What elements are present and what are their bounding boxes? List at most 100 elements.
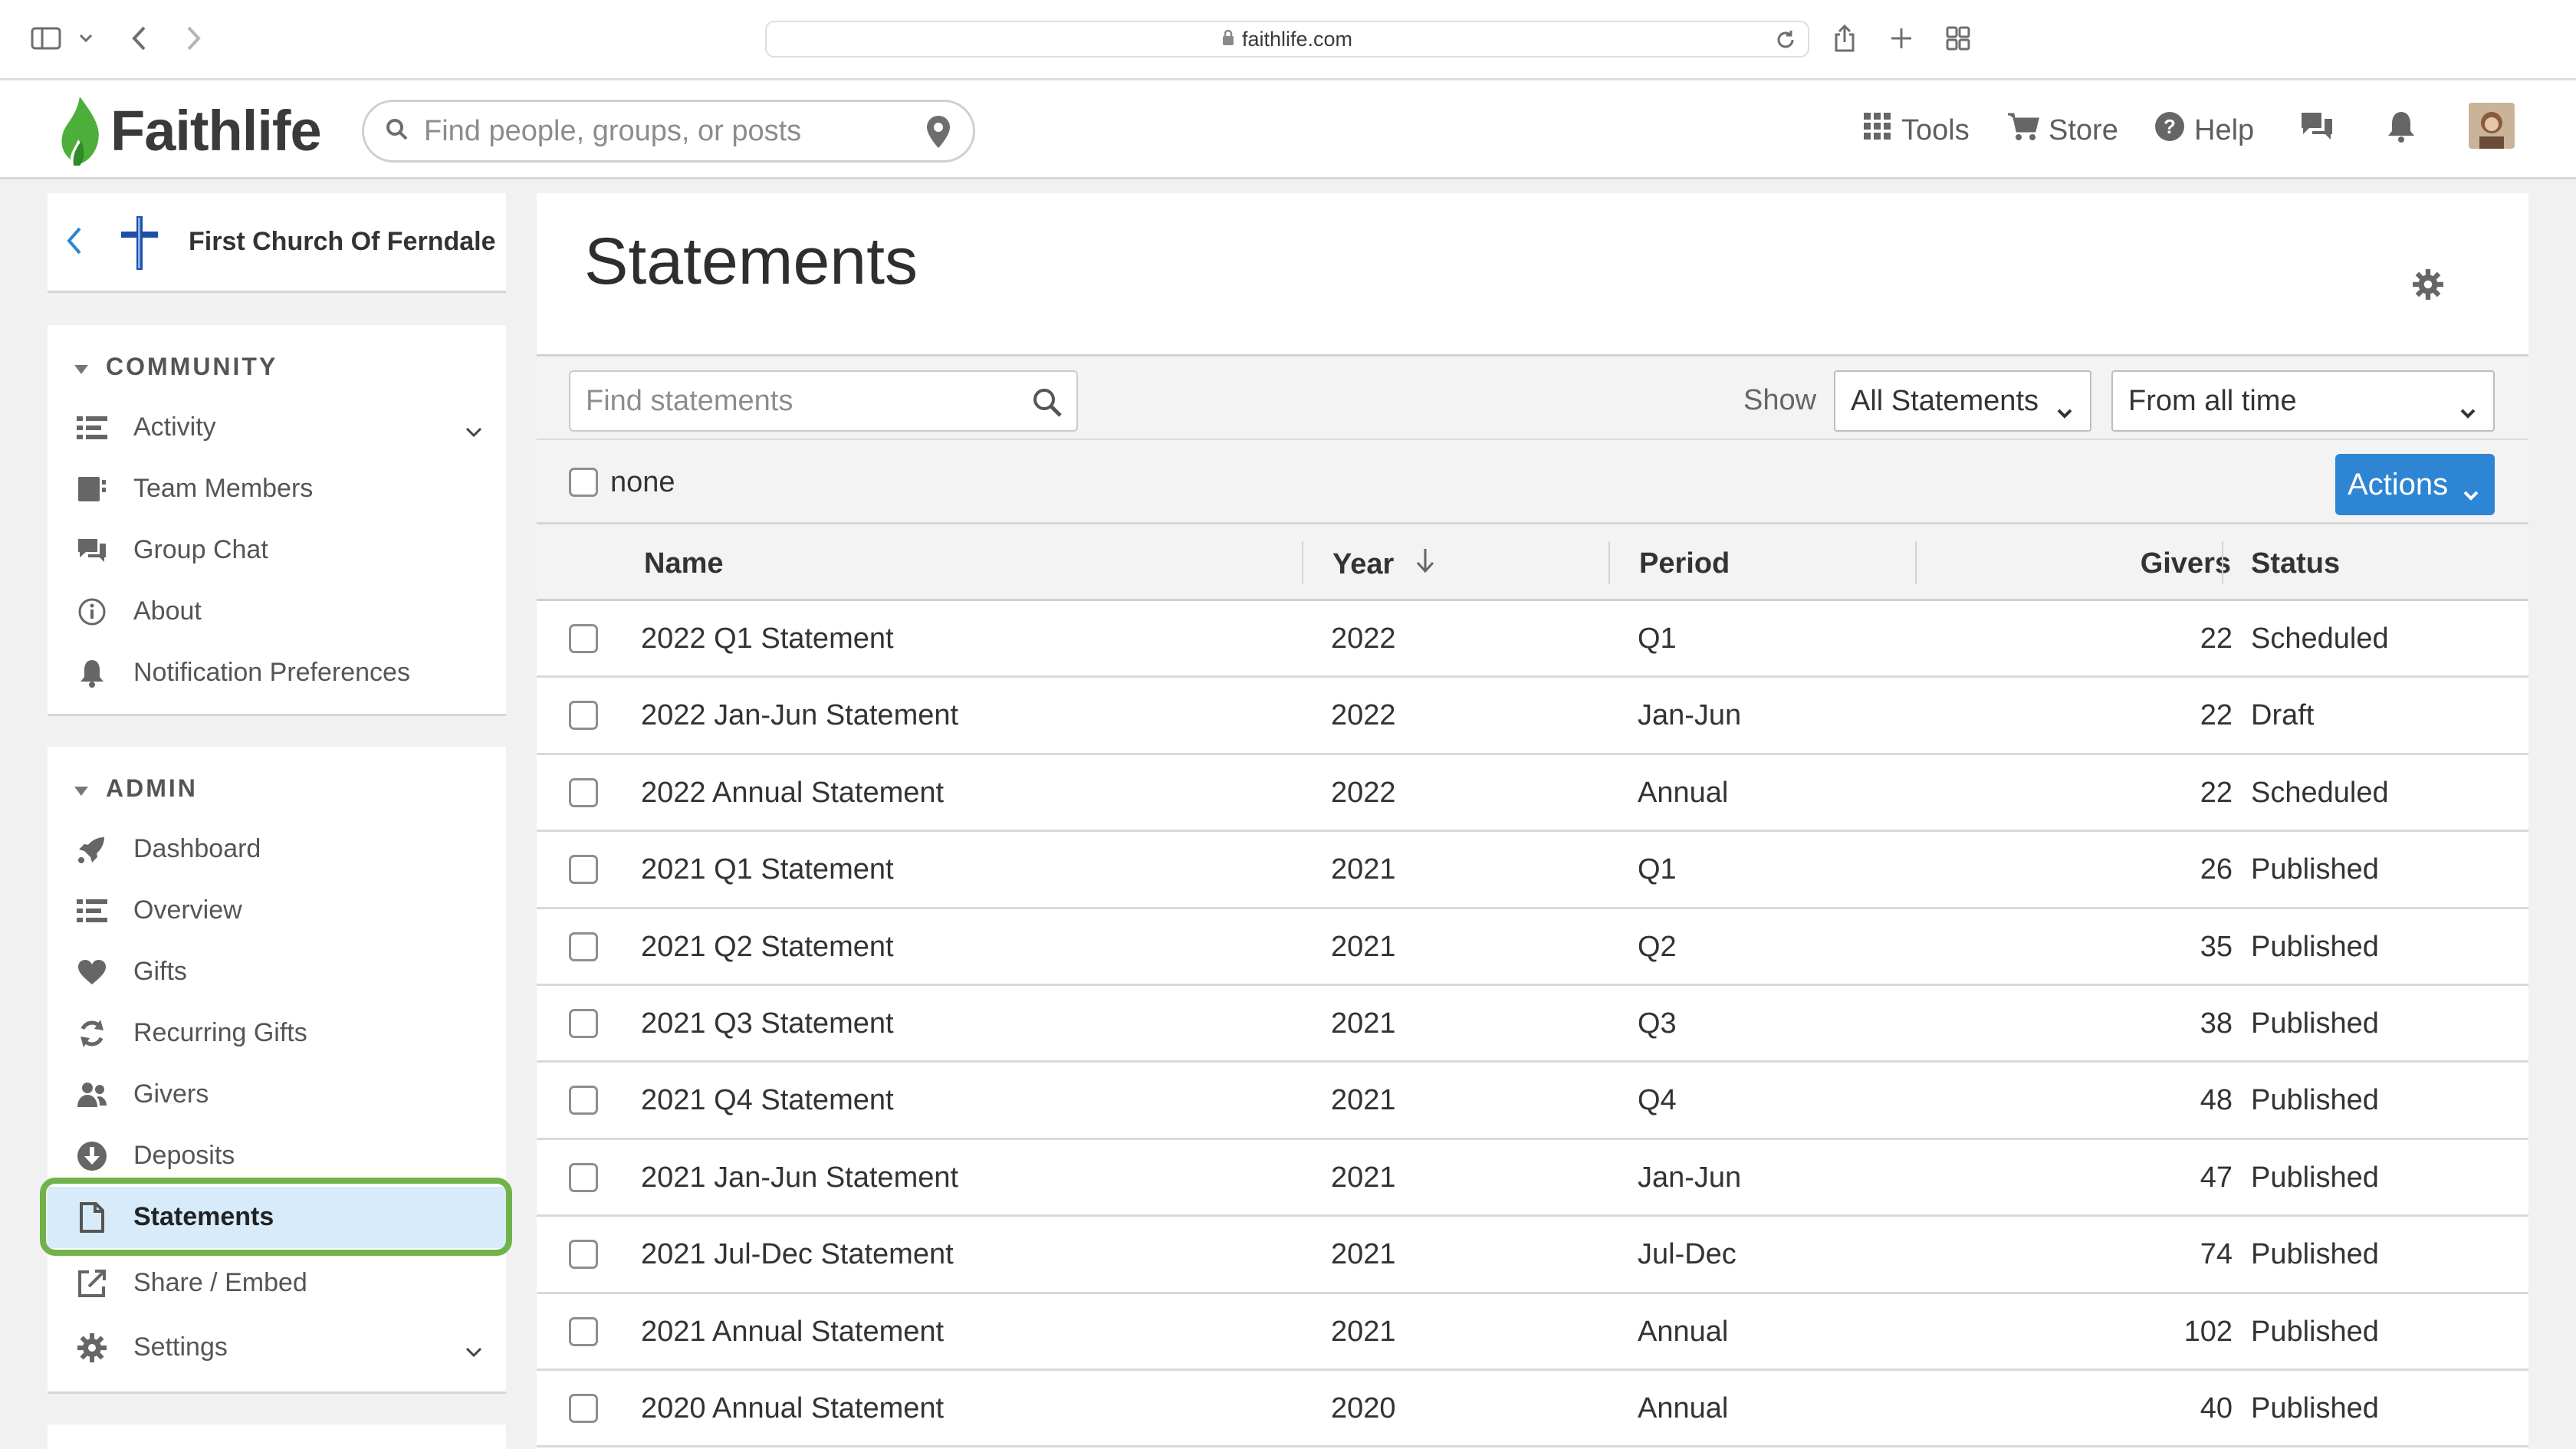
back-arrow-icon[interactable] bbox=[126, 20, 152, 57]
table-row[interactable]: 2021 Q1 Statement 2021 Q1 26 Published bbox=[537, 832, 2528, 909]
sidebar-item-deposits[interactable]: Deposits bbox=[48, 1125, 506, 1185]
sidebar-item-team-members[interactable]: Team Members bbox=[48, 458, 506, 518]
statement-year: 2020 bbox=[1331, 1392, 1396, 1424]
row-checkbox[interactable] bbox=[569, 1316, 598, 1346]
help-link[interactable]: ? Help bbox=[2154, 109, 2254, 152]
sidebar-item-notification-preferences[interactable]: Notification Preferences bbox=[48, 642, 506, 702]
column-header-status[interactable]: Status bbox=[2251, 547, 2340, 580]
column-header-name[interactable]: Name bbox=[644, 547, 724, 580]
help-circle-icon: ? bbox=[2154, 111, 2185, 150]
statement-name-link[interactable]: 2022 Annual Statement bbox=[641, 777, 944, 810]
statement-name-link[interactable]: 2021 Q3 Statement bbox=[641, 1007, 894, 1040]
sidebar-item-settings[interactable]: Settings bbox=[48, 1317, 506, 1377]
sidebar-item-givers[interactable]: Givers bbox=[48, 1064, 506, 1124]
row-checkbox[interactable] bbox=[569, 1240, 598, 1270]
row-checkbox[interactable] bbox=[569, 932, 598, 961]
search-icon[interactable] bbox=[1032, 387, 1063, 422]
statement-type-dropdown[interactable]: All Statements bbox=[1834, 370, 2091, 432]
gear-icon[interactable] bbox=[2412, 268, 2444, 304]
sidebar-item-overview[interactable]: Overview bbox=[48, 880, 506, 940]
row-checkbox[interactable] bbox=[569, 1393, 598, 1423]
table-row[interactable]: 2021 Annual Statement 2021 Annual 102 Pu… bbox=[537, 1293, 2528, 1371]
statement-name-link[interactable]: 2021 Q2 Statement bbox=[641, 931, 894, 964]
sidebar-item-recurring-gifts[interactable]: Recurring Gifts bbox=[48, 1003, 506, 1063]
table-row[interactable]: 2021 Q4 Statement 2021 Q4 48 Published bbox=[537, 1063, 2528, 1140]
global-search-input[interactable] bbox=[424, 114, 884, 148]
statement-name-link[interactable]: 2021 Jul-Dec Statement bbox=[641, 1238, 954, 1271]
user-avatar[interactable] bbox=[2469, 103, 2515, 149]
tab-overview-icon[interactable] bbox=[1944, 20, 1972, 57]
share-icon[interactable] bbox=[1831, 20, 1858, 57]
sidebar-toggle-icon[interactable] bbox=[29, 20, 63, 57]
faithlife-logo[interactable]: Faithlife bbox=[57, 92, 322, 169]
admin-section-title[interactable]: ADMIN bbox=[74, 774, 198, 803]
statement-givers: 47 bbox=[2200, 1161, 2233, 1194]
church-name[interactable]: First Church Of Ferndale bbox=[189, 227, 496, 257]
new-tab-icon[interactable] bbox=[1888, 20, 1915, 57]
sidebar-item-gifts[interactable]: Gifts bbox=[48, 941, 506, 1001]
actions-button[interactable]: Actions bbox=[2335, 454, 2495, 515]
table-row[interactable]: 2020 Annual Statement 2020 Annual 40 Pub… bbox=[537, 1370, 2528, 1448]
location-pin-icon[interactable] bbox=[925, 114, 951, 153]
address-bar[interactable]: faithlife.com bbox=[765, 21, 1809, 58]
sidebar-item-activity[interactable]: Activity bbox=[48, 397, 506, 457]
find-statements-field[interactable] bbox=[569, 370, 1078, 432]
sidebar-item-about[interactable]: About bbox=[48, 581, 506, 641]
row-checkbox[interactable] bbox=[569, 701, 598, 731]
sidebar-item-dashboard[interactable]: Dashboard bbox=[48, 819, 506, 879]
sidebar-menu-chevron-icon[interactable] bbox=[75, 20, 97, 57]
store-link[interactable]: Store bbox=[2007, 109, 2118, 152]
time-range-dropdown[interactable]: From all time bbox=[2111, 370, 2495, 432]
sidebar-item-group-chat[interactable]: Group Chat bbox=[48, 520, 506, 580]
global-search-field[interactable] bbox=[362, 100, 975, 163]
column-divider[interactable] bbox=[2222, 541, 2223, 584]
statements-panel: Statements Show All Statements From all … bbox=[537, 193, 2528, 1449]
site-header: Faithlife Tools Store ? Help bbox=[0, 81, 2576, 179]
table-row[interactable]: 2021 Jul-Dec Statement 2021 Jul-Dec 74 P… bbox=[537, 1217, 2528, 1294]
row-checkbox[interactable] bbox=[569, 855, 598, 885]
chevron-down-icon[interactable] bbox=[465, 416, 483, 445]
column-divider[interactable] bbox=[1608, 541, 1610, 584]
table-row[interactable]: 2021 Q2 Statement 2021 Q2 35 Published bbox=[537, 909, 2528, 986]
statement-name-link[interactable]: 2021 Q1 Statement bbox=[641, 853, 894, 886]
column-header-givers[interactable]: Givers bbox=[2108, 547, 2231, 580]
search-icon bbox=[386, 118, 409, 145]
row-checkbox[interactable] bbox=[569, 1008, 598, 1038]
statement-year: 2021 bbox=[1331, 1238, 1396, 1271]
column-header-year[interactable]: Year bbox=[1332, 547, 1436, 581]
column-header-period[interactable]: Period bbox=[1639, 547, 1730, 580]
sidebar-item-share-embed[interactable]: Share / Embed bbox=[48, 1253, 506, 1313]
sidebar-item-label: Share / Embed bbox=[133, 1268, 307, 1297]
table-row[interactable]: 2022 Jan-Jun Statement 2022 Jan-Jun 22 D… bbox=[537, 678, 2528, 755]
statement-name-link[interactable]: 2021 Q4 Statement bbox=[641, 1084, 894, 1117]
select-all-checkbox[interactable] bbox=[569, 468, 598, 497]
messages-button[interactable] bbox=[2298, 109, 2335, 152]
notifications-button[interactable] bbox=[2386, 109, 2417, 152]
table-row[interactable]: 2021 Q3 Statement 2021 Q3 38 Published bbox=[537, 985, 2528, 1063]
chevron-down-icon[interactable] bbox=[465, 1336, 483, 1365]
row-checkbox[interactable] bbox=[569, 1162, 598, 1192]
column-divider[interactable] bbox=[1915, 541, 1917, 584]
row-checkbox[interactable] bbox=[569, 1086, 598, 1116]
statement-period: Q1 bbox=[1638, 623, 1677, 655]
statement-name-link[interactable]: 2020 Annual Statement bbox=[641, 1392, 944, 1425]
statement-name-link[interactable]: 2022 Jan-Jun Statement bbox=[641, 699, 958, 732]
table-row[interactable]: 2022 Annual Statement 2022 Annual 22 Sch… bbox=[537, 754, 2528, 833]
table-row[interactable]: 2022 Q1 Statement 2022 Q1 22 Scheduled bbox=[537, 601, 2528, 678]
row-checkbox[interactable] bbox=[569, 624, 598, 653]
forward-arrow-icon[interactable] bbox=[181, 20, 207, 57]
statement-name-link[interactable]: 2022 Q1 Statement bbox=[641, 623, 894, 656]
table-row[interactable]: 2021 Jan-Jun Statement 2021 Jan-Jun 47 P… bbox=[537, 1139, 2528, 1217]
statement-name-link[interactable]: 2021 Annual Statement bbox=[641, 1316, 944, 1349]
reload-icon[interactable] bbox=[1774, 28, 1797, 57]
statements-table-body: 2022 Q1 Statement 2022 Q1 22 Scheduled 2… bbox=[537, 601, 2528, 1448]
column-divider[interactable] bbox=[1302, 541, 1303, 584]
row-checkbox[interactable] bbox=[569, 777, 598, 807]
community-section-title[interactable]: COMMUNITY bbox=[74, 353, 278, 381]
statement-name-link[interactable]: 2021 Jan-Jun Statement bbox=[641, 1162, 958, 1194]
find-statements-input[interactable] bbox=[586, 384, 1015, 418]
tools-menu[interactable]: Tools bbox=[1863, 109, 1970, 152]
sidebar-item-statements[interactable]: Statements bbox=[48, 1187, 506, 1248]
back-chevron-icon[interactable] bbox=[64, 225, 83, 260]
admin-section: ADMIN Dashboard Overview Gifts Recurring… bbox=[48, 747, 506, 1394]
